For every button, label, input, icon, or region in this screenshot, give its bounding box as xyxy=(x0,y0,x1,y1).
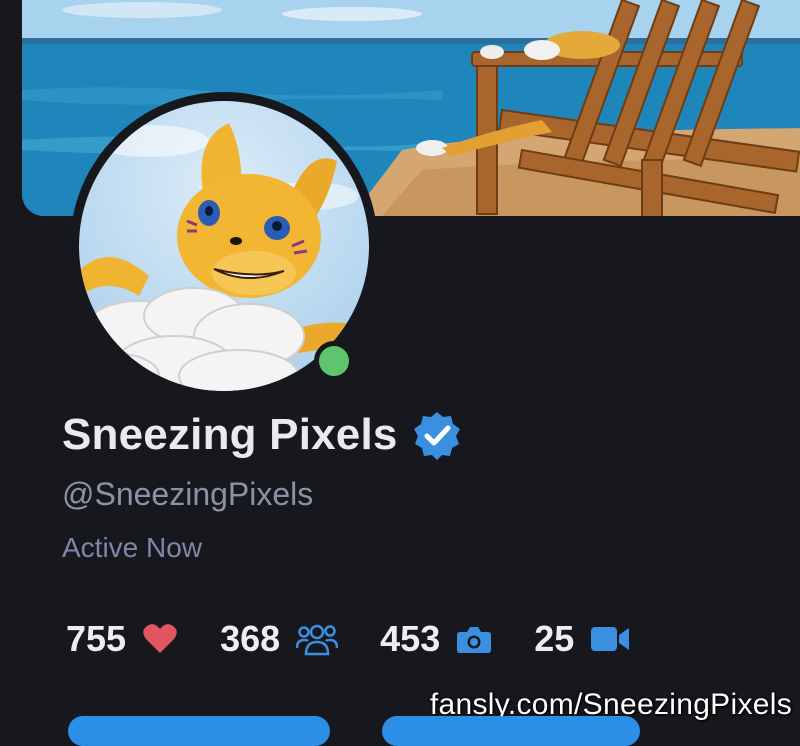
video-icon xyxy=(591,627,630,651)
display-name: Sneezing Pixels xyxy=(62,410,398,459)
verified-badge-icon xyxy=(413,412,460,460)
videos-stat: 25 xyxy=(534,618,630,660)
activity-status: Active Now xyxy=(62,532,203,563)
profile-name-row: Sneezing Pixels xyxy=(62,410,462,460)
profile-stats: 755 368 453 25 xyxy=(66,618,672,660)
online-status-dot xyxy=(314,341,354,381)
likes-count: 755 xyxy=(66,618,127,659)
videos-count: 25 xyxy=(534,618,575,659)
subscribers-count: 368 xyxy=(220,618,281,659)
photos-stat: 453 xyxy=(380,618,492,660)
photos-count: 453 xyxy=(380,618,441,659)
follow-button[interactable] xyxy=(382,716,640,746)
heart-icon xyxy=(143,624,177,653)
subscribers-stat: 368 xyxy=(220,618,339,660)
camera-icon xyxy=(457,627,492,653)
subscribe-button[interactable] xyxy=(68,716,330,746)
likes-stat: 755 xyxy=(66,618,178,660)
profile-handle: @SneezingPixels xyxy=(62,476,314,512)
subscribers-icon xyxy=(296,624,339,656)
